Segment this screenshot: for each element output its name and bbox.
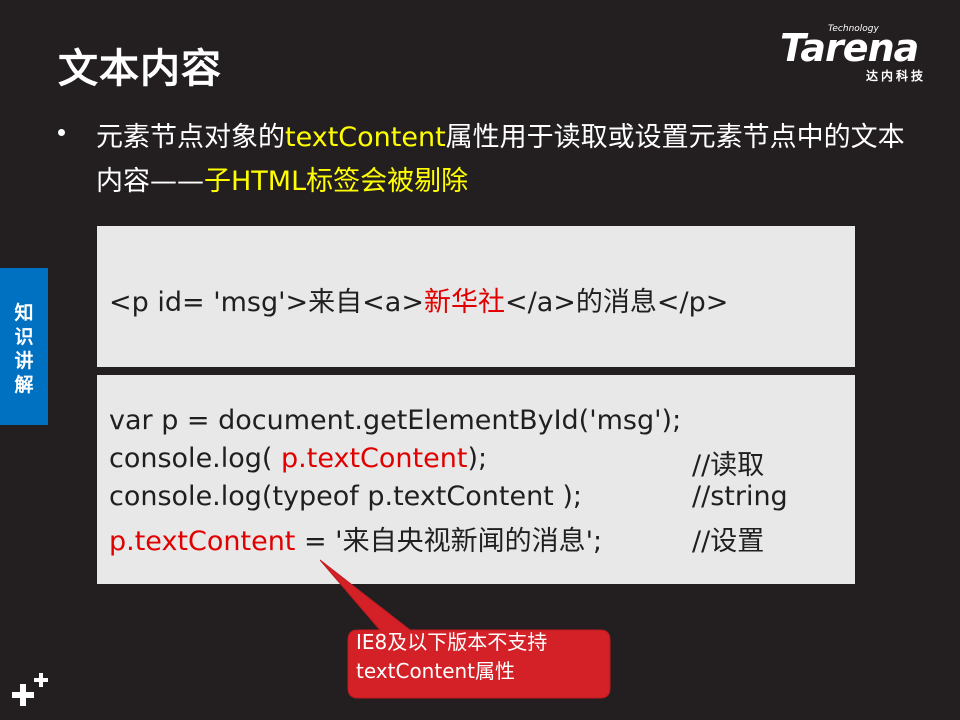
code-line-3: console.log(typeof p.textContent );	[109, 481, 582, 512]
slide-title: 文本内容	[58, 46, 222, 92]
bullet-dot	[58, 129, 65, 136]
code-line-4: p.textContent = '来自央视新闻的消息';	[109, 519, 602, 558]
side-tab-knowledge: 知 识 讲 解	[0, 268, 48, 425]
plus-icon	[12, 673, 48, 706]
code-comment-read: //读取	[692, 450, 765, 481]
side-tab-char: 讲	[14, 350, 34, 372]
html-example-line: <p id= 'msg'>来自<a>新华社</a>的消息</p>	[109, 280, 728, 319]
code-line-4-highlight: p.textContent	[109, 526, 296, 557]
html-after: </a>的消息</p>	[504, 287, 729, 318]
js-example-box: var p = document.getElementById('msg'); …	[97, 375, 855, 584]
side-tab-char: 解	[14, 374, 34, 396]
code-line-2-highlight: p.textContent	[281, 443, 468, 474]
code-line-1: var p = document.getElementById('msg');	[109, 405, 682, 436]
callout-line-2: textContent属性	[356, 659, 516, 683]
bullet-highlight-textcontent: textContent	[285, 122, 446, 153]
html-highlight: 新华社	[423, 287, 505, 318]
code-comment-string: //string	[692, 481, 788, 512]
callout-text: IE8及以下版本不支持 textContent属性	[356, 628, 596, 686]
html-example-box: <p id= 'msg'>来自<a>新华社</a>的消息</p>	[97, 226, 855, 367]
side-tab-char: 识	[14, 326, 34, 348]
code-line-2-prefix: console.log(	[109, 443, 282, 474]
bullet-part-1: 元素节点对象的	[96, 122, 285, 153]
logo-subtitle: 达内科技	[866, 69, 927, 83]
html-before: <p id= 'msg'>来自<a>	[109, 287, 424, 318]
code-line-4-suffix: = '来自央视新闻的消息';	[295, 526, 603, 557]
code-line-2: console.log( p.textContent);	[109, 443, 487, 474]
logo-wordmark: Tarena	[780, 26, 919, 70]
tarena-logo: Technology Tarena 达内科技	[780, 24, 950, 86]
bullet-highlight-stripped: 子HTML标签会被剔除	[204, 166, 469, 197]
side-tab-char: 知	[14, 302, 34, 324]
code-comment-set: //设置	[692, 526, 765, 557]
code-line-2-suffix: );	[467, 443, 488, 474]
bullet-text: 元素节点对象的textContent属性用于读取或设置元素节点中的文本内容——子…	[96, 116, 916, 204]
callout-line-1: IE8及以下版本不支持	[356, 630, 548, 654]
